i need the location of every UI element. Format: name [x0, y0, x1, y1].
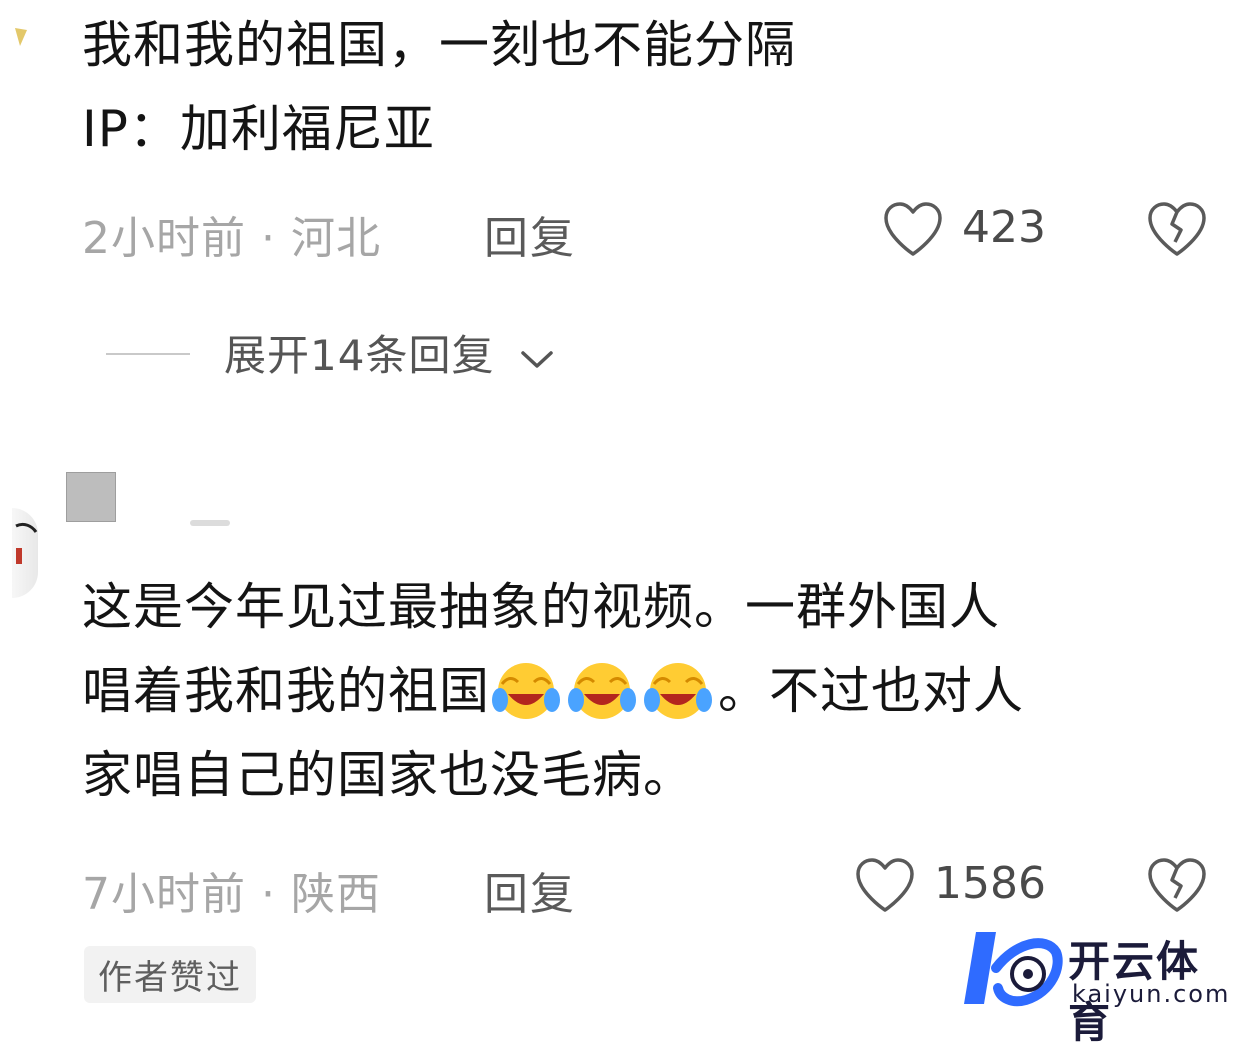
broken-heart-icon [1146, 200, 1208, 258]
kaiyun-logo-icon [956, 922, 1066, 1018]
comment-1-line-2: IP：加利福尼亚 [82, 100, 435, 158]
comment-1-meta: 2小时前 · 河北 [82, 202, 381, 266]
comment-2-line-2-start: 唱着我和我的祖国 [82, 662, 490, 720]
comment-2-text: 这是今年见过最抽象的视频。一群外国人 唱着我和我的祖国 。不过也对人 家唱自己的国… [82, 576, 1202, 806]
expand-divider [106, 353, 190, 355]
comment-1-like-count: 423 [962, 202, 1046, 253]
watermark-brand-url: kaiyun.com [1072, 980, 1231, 1008]
meta-separator: · [261, 869, 291, 920]
comment-1-line-1: 我和我的祖国，一刻也不能分隔 [82, 16, 796, 74]
expand-replies-button[interactable]: 展开14条回复 [224, 322, 555, 383]
avatar-fragment-1 [14, 26, 28, 52]
comment-1-reply-button[interactable]: 回复 [484, 202, 576, 266]
heart-outline-icon [854, 856, 916, 914]
comment-1-time: 2小时前 [82, 213, 246, 264]
comment-2-line-2-end: 。不过也对人 [718, 662, 1024, 720]
commenter-avatar[interactable] [66, 472, 116, 522]
laughing-crying-emoji [642, 660, 714, 722]
comment-2-location: 陕西 [290, 869, 381, 920]
comment-2-time: 7小时前 [82, 869, 246, 920]
comment-2-meta: 7小时前 · 陕西 [82, 858, 381, 922]
comment-2-like-button[interactable] [854, 856, 916, 914]
broken-heart-icon [1146, 856, 1208, 914]
watermark-logo: 开云体育 kaiyun.com [950, 918, 1240, 1047]
heart-outline-icon [882, 200, 944, 258]
comment-1-dislike-button[interactable] [1146, 200, 1208, 258]
author-liked-badge: 作者赞过 [84, 946, 256, 1003]
meta-separator: · [261, 213, 291, 264]
comment-2-line-1: 这是今年见过最抽象的视频。一群外国人 [82, 578, 1000, 636]
comment-1-text: 我和我的祖国，一刻也不能分隔 IP：加利福尼亚 [82, 14, 1182, 160]
commenter-name-redacted [190, 520, 230, 526]
laughing-crying-emoji [490, 660, 562, 722]
chevron-down-icon [519, 347, 555, 371]
laughing-crying-emoji [566, 660, 638, 722]
comment-2-line-2: 唱着我和我的祖国 。不过也对人 [82, 660, 1202, 722]
comment-1-like-button[interactable] [882, 200, 944, 258]
expand-replies-label: 展开14条回复 [224, 331, 495, 380]
comment-2-dislike-button[interactable] [1146, 856, 1208, 914]
comment-1-location: 河北 [290, 213, 381, 264]
avatar-fragment-2 [12, 508, 38, 598]
comment-2-like-count: 1586 [934, 858, 1046, 909]
comment-2-line-3: 家唱自己的国家也没毛病。 [82, 746, 694, 804]
comment-2-reply-button[interactable]: 回复 [484, 858, 576, 922]
